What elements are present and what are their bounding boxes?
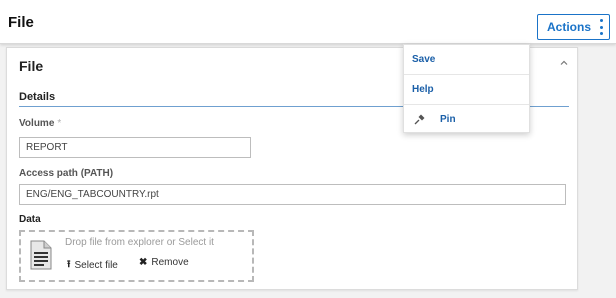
- menu-item-pin[interactable]: Pin: [404, 104, 529, 133]
- dropzone-hint: Drop file from explorer or Select it: [65, 237, 214, 248]
- data-label: Data: [19, 214, 41, 225]
- actions-button-label: Actions: [547, 20, 592, 34]
- file-dropzone[interactable]: Drop file from explorer or Select it ⭱ S…: [19, 230, 254, 282]
- page-header: File Actions: [0, 0, 616, 44]
- actions-button[interactable]: Actions: [537, 14, 610, 40]
- menu-item-help[interactable]: Help: [404, 74, 529, 103]
- document-icon: [30, 240, 52, 270]
- menu-item-label: Pin: [440, 113, 456, 125]
- actions-menu: Save Help Pin: [403, 44, 530, 133]
- remove-button[interactable]: ✖ Remove: [139, 257, 189, 268]
- access-path-label: Access path (PATH): [19, 168, 114, 179]
- section-title-details: Details: [19, 91, 56, 103]
- page-title: File: [8, 14, 34, 31]
- volume-field[interactable]: REPORT: [19, 137, 251, 158]
- menu-item-save[interactable]: Save: [404, 45, 529, 74]
- upload-icon: ⭱: [67, 259, 71, 270]
- access-path-field[interactable]: ENG/ENG_TABCOUNTRY.rpt: [19, 184, 566, 205]
- required-marker: *: [57, 118, 62, 129]
- pin-icon: [414, 114, 425, 125]
- volume-label: Volume *: [19, 118, 62, 129]
- collapse-chevron-icon[interactable]: [559, 58, 569, 68]
- select-file-label: Select file: [74, 260, 118, 271]
- select-file-button[interactable]: ⭱ Select file: [67, 257, 118, 274]
- remove-label: Remove: [151, 257, 189, 268]
- menu-item-label: Save: [412, 54, 436, 65]
- kebab-icon: [599, 19, 603, 35]
- close-icon: ✖: [139, 257, 148, 268]
- menu-item-label: Help: [412, 83, 434, 95]
- card-title: File: [19, 58, 44, 74]
